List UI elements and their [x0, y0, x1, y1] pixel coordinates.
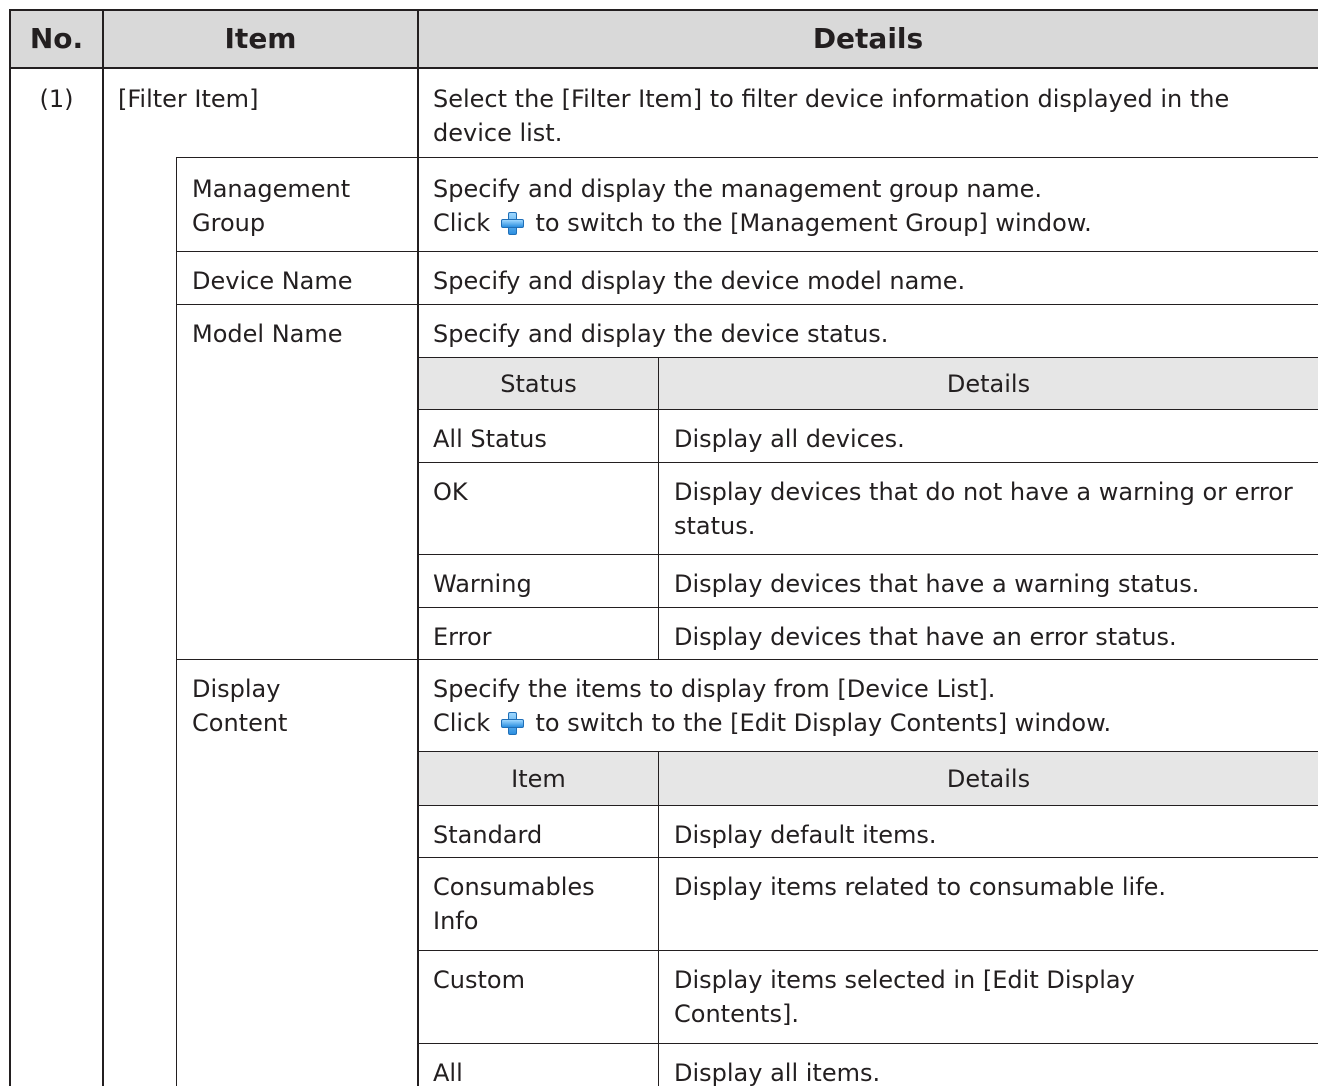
status-details-cell: Display devices that have a warning stat…	[674, 570, 1200, 598]
management-group-line2: Click to switch to the [Management Group…	[433, 206, 1304, 240]
row-divider	[418, 357, 1318, 358]
row-divider	[418, 950, 1318, 951]
filter-item-label: [Filter Item]	[118, 85, 259, 113]
table-border-top	[9, 9, 1318, 11]
header-item: Item	[103, 10, 418, 68]
row-divider	[176, 304, 1318, 305]
row-divider	[176, 659, 1318, 660]
status-details-cell: Display all devices.	[674, 425, 905, 453]
row-divider	[176, 251, 1318, 252]
row-divider	[418, 607, 1318, 608]
content-item-cell: Standard	[433, 821, 543, 849]
management-group-details: Specify and display the management group…	[418, 158, 1318, 240]
content-item-cell: Consumables Info	[433, 873, 595, 935]
content-details-col-header: Details	[659, 752, 1318, 806]
content-details-cell: Display items selected in [Edit Display …	[674, 966, 1135, 1028]
click-text: Click	[433, 709, 491, 737]
status-details-col-header: Details	[659, 358, 1318, 410]
header-no: No.	[10, 10, 103, 68]
status-col-header: Status	[418, 358, 659, 410]
row-divider	[418, 462, 1318, 463]
content-col-divider	[658, 751, 659, 1086]
header-divider	[9, 67, 1318, 69]
display-content-label: Display Content	[192, 675, 288, 737]
row-divider	[176, 157, 1318, 158]
model-name-details: Specify and display the device status.	[433, 320, 889, 348]
row-divider	[418, 805, 1318, 806]
management-group-line1: Specify and display the management group…	[433, 175, 1043, 203]
table-border-left	[9, 9, 11, 1086]
row-divider	[418, 409, 1318, 410]
row-divider	[418, 857, 1318, 858]
content-details-cell: Display all items.	[674, 1059, 881, 1087]
display-content-line2: Click to switch to the [Edit Display Con…	[433, 706, 1304, 740]
model-name-label: Model Name	[192, 320, 343, 348]
status-cell: OK	[433, 478, 468, 506]
plus-icon	[500, 711, 524, 735]
row-divider	[418, 1043, 1318, 1044]
switch-text: to switch to the [Management Group] wind…	[535, 209, 1092, 237]
switch-text: to switch to the [Edit Display Contents]…	[535, 709, 1112, 737]
status-cell: Warning	[433, 570, 532, 598]
display-content-line1: Specify the items to display from [Devic…	[433, 675, 996, 703]
status-cell: All Status	[433, 425, 547, 453]
display-content-details: Specify the items to display from [Devic…	[418, 660, 1318, 740]
header-details: Details	[418, 10, 1318, 68]
content-details-cell: Display items related to consumable life…	[674, 873, 1167, 901]
content-item-cell: All	[433, 1059, 463, 1087]
content-item-cell: Custom	[433, 966, 525, 994]
row-divider	[418, 751, 1318, 752]
plus-icon	[500, 211, 524, 235]
device-name-label: Device Name	[192, 267, 353, 295]
col-divider-item	[417, 9, 419, 1086]
sub-indent-divider	[176, 157, 177, 1086]
status-details-cell: Display devices that do not have a warni…	[674, 478, 1293, 540]
status-details-cell: Display devices that have an error statu…	[674, 623, 1177, 651]
device-name-details: Specify and display the device model nam…	[433, 267, 966, 295]
row-divider	[418, 554, 1318, 555]
status-col-divider	[658, 357, 659, 659]
col-divider-no	[102, 9, 104, 1086]
row-number: (1)	[39, 85, 74, 113]
content-item-col-header: Item	[418, 752, 659, 806]
status-cell: Error	[433, 623, 492, 651]
content-details-cell: Display default items.	[674, 821, 937, 849]
click-text: Click	[433, 209, 491, 237]
management-group-label: Management Group	[192, 175, 351, 237]
filter-item-details: Select the [Filter Item] to filter devic…	[433, 85, 1230, 147]
